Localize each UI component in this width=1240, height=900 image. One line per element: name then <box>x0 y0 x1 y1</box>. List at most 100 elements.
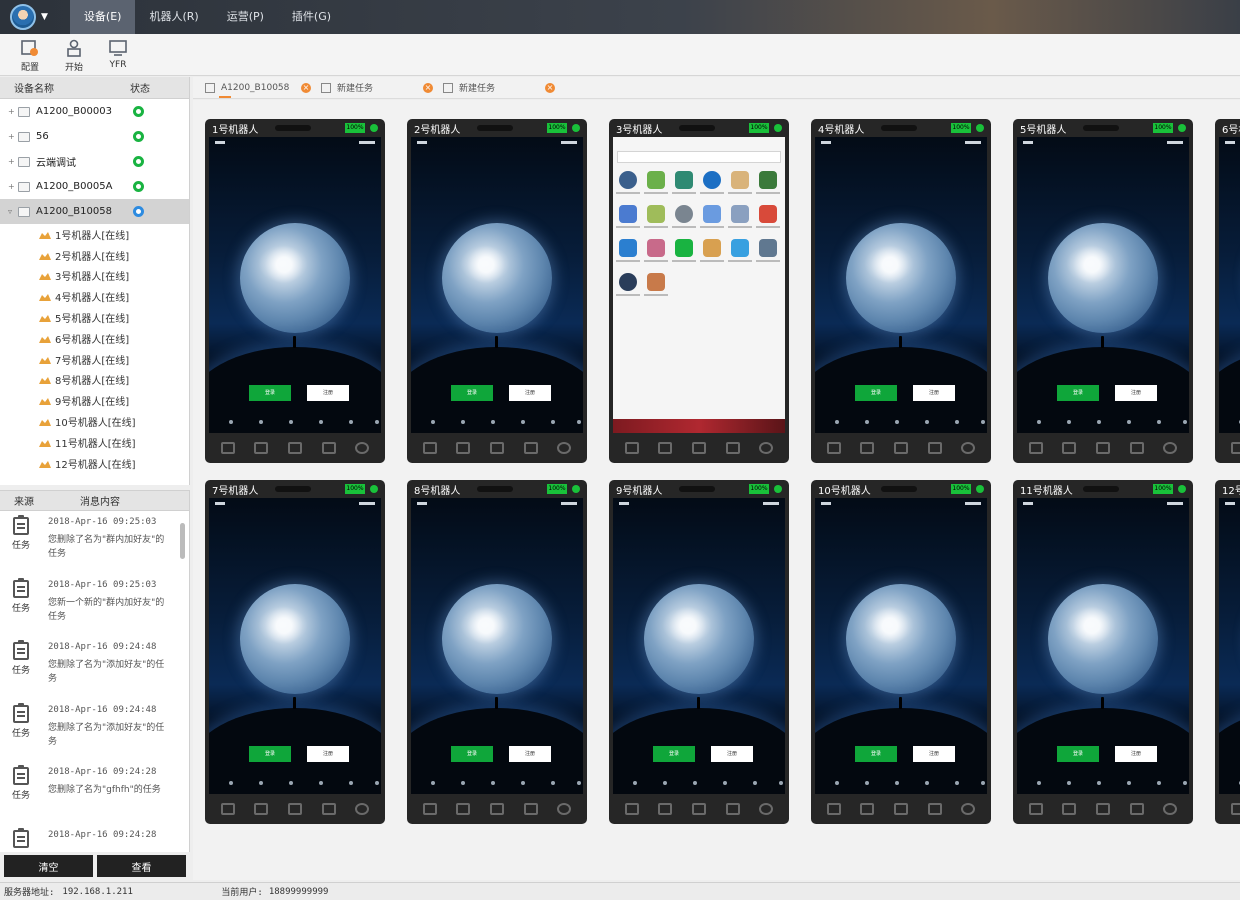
app-icon[interactable] <box>759 239 777 257</box>
phone-card[interactable]: 3号机器人 100% <box>609 119 789 463</box>
tab-3[interactable]: 新建任务 × <box>437 77 555 99</box>
screenshot-icon[interactable] <box>456 442 471 454</box>
phone-register-button[interactable]: 注册 <box>1115 746 1157 762</box>
tools-icon[interactable] <box>927 803 942 815</box>
expand-icon[interactable]: + <box>8 132 18 141</box>
keyboard-icon[interactable] <box>691 803 706 815</box>
chevron-down-icon[interactable]: ▼ <box>41 12 48 22</box>
message-item[interactable]: 任务 2018-Apr-16 09:24:28 您删除了名为"gfhfh"的任务 <box>0 761 189 824</box>
nav-dot-icon[interactable] <box>835 420 839 424</box>
phone-screen[interactable]: 登录注册 <box>1219 137 1240 433</box>
phone-login-button[interactable]: 登录 <box>249 746 291 762</box>
message-item[interactable]: 任务 2018-Apr-16 09:25:03 您新一个新的"群内加好友"的任务 <box>0 574 189 637</box>
app-icon[interactable] <box>647 273 665 291</box>
nav-dot-icon[interactable] <box>491 781 495 785</box>
nav-dot-icon[interactable] <box>229 781 233 785</box>
nav-dot-icon[interactable] <box>1157 420 1161 424</box>
tab-2[interactable]: 新建任务 × <box>315 77 433 99</box>
nav-dot-icon[interactable] <box>577 420 581 424</box>
robot-row[interactable]: 6号机器人[在线] <box>0 328 189 349</box>
tools-icon[interactable] <box>523 803 538 815</box>
nav-dot-icon[interactable] <box>577 781 581 785</box>
nav-dot-icon[interactable] <box>1183 420 1187 424</box>
settings-icon[interactable] <box>961 803 976 815</box>
crop-icon[interactable] <box>422 442 437 454</box>
nav-dot-icon[interactable] <box>981 781 985 785</box>
nav-dot-icon[interactable] <box>1097 781 1101 785</box>
app-icon[interactable] <box>675 171 693 189</box>
screenshot-icon[interactable] <box>860 442 875 454</box>
nav-dot-icon[interactable] <box>1183 781 1187 785</box>
phone-register-button[interactable]: 注册 <box>307 385 349 401</box>
keyboard-icon[interactable] <box>893 803 908 815</box>
crop-icon[interactable] <box>826 803 841 815</box>
tools-icon[interactable] <box>725 803 740 815</box>
tools-icon[interactable] <box>321 442 336 454</box>
nav-dot-icon[interactable] <box>925 420 929 424</box>
crop-icon[interactable] <box>624 803 639 815</box>
app-icon[interactable] <box>703 239 721 257</box>
settings-icon[interactable] <box>355 442 370 454</box>
nav-dot-icon[interactable] <box>895 781 899 785</box>
app-icon[interactable] <box>619 205 637 223</box>
message-scrollbar[interactable] <box>180 523 185 559</box>
app-icon[interactable] <box>731 205 749 223</box>
phone-register-button[interactable]: 注册 <box>711 746 753 762</box>
screenshot-icon[interactable] <box>658 803 673 815</box>
screenshot-icon[interactable] <box>860 803 875 815</box>
nav-dot-icon[interactable] <box>955 420 959 424</box>
nav-dot-icon[interactable] <box>521 420 525 424</box>
nav-dot-icon[interactable] <box>1067 420 1071 424</box>
phone-screen[interactable]: 登录注册 <box>815 498 987 794</box>
screenshot-icon[interactable] <box>456 803 471 815</box>
expand-icon[interactable]: + <box>8 157 18 166</box>
app-icon[interactable] <box>731 239 749 257</box>
robot-row[interactable]: 10号机器人[在线] <box>0 411 189 432</box>
expand-icon[interactable]: + <box>8 182 18 191</box>
nav-dot-icon[interactable] <box>895 420 899 424</box>
phone-screen[interactable]: 登录注册 <box>411 498 583 794</box>
phone-screen[interactable]: 登录注册 <box>209 498 381 794</box>
screenshot-icon[interactable] <box>1062 442 1077 454</box>
phone-card[interactable]: 9号机器人 100% 登录 注册 <box>609 480 789 824</box>
app-icon[interactable] <box>675 239 693 257</box>
phone-card[interactable]: 5号机器人 100% 登录 注册 <box>1013 119 1193 463</box>
app-icon[interactable] <box>619 273 637 291</box>
nav-dot-icon[interactable] <box>431 420 435 424</box>
settings-icon[interactable] <box>759 442 774 454</box>
device-row[interactable]: +56 <box>0 124 189 149</box>
screenshot-icon[interactable] <box>254 442 269 454</box>
nav-dot-icon[interactable] <box>753 781 757 785</box>
nav-dot-icon[interactable] <box>349 420 353 424</box>
phone-register-button[interactable]: 注册 <box>509 385 551 401</box>
device-row[interactable]: + 云端调试 <box>0 149 189 174</box>
phone-login-button[interactable]: 登录 <box>249 385 291 401</box>
nav-dot-icon[interactable] <box>491 420 495 424</box>
view-button[interactable]: 查看 <box>97 855 186 877</box>
close-icon[interactable]: × <box>301 82 311 93</box>
phone-register-button[interactable]: 注册 <box>913 746 955 762</box>
tools-icon[interactable] <box>321 803 336 815</box>
phone-login-button[interactable]: 登录 <box>855 385 897 401</box>
screenshot-icon[interactable] <box>1062 803 1077 815</box>
phone-login-button[interactable]: 登录 <box>1057 746 1099 762</box>
phone-screen[interactable]: 登录注册 <box>815 137 987 433</box>
settings-icon[interactable] <box>1163 803 1178 815</box>
robot-row[interactable]: 3号机器人[在线] <box>0 266 189 287</box>
menu-device[interactable]: 设备(E) <box>69 0 136 34</box>
nav-dot-icon[interactable] <box>521 781 525 785</box>
phone-register-button[interactable]: 注册 <box>1115 385 1157 401</box>
phone-screen[interactable]: 登录注册 <box>1017 498 1189 794</box>
device-row[interactable]: ▿ A1200_B10058 <box>0 199 189 224</box>
settings-icon[interactable] <box>759 803 774 815</box>
phone-login-button[interactable]: 登录 <box>653 746 695 762</box>
app-icon[interactable] <box>647 171 665 189</box>
crop-icon[interactable] <box>1028 803 1043 815</box>
app-icon[interactable] <box>703 205 721 223</box>
robot-row[interactable]: 2号机器人[在线] <box>0 245 189 266</box>
settings-icon[interactable] <box>1163 442 1178 454</box>
nav-dot-icon[interactable] <box>865 420 869 424</box>
expand-icon[interactable]: + <box>8 107 18 116</box>
phone-card[interactable]: 6号机器人登录注册 <box>1215 119 1240 463</box>
nav-dot-icon[interactable] <box>1127 420 1131 424</box>
